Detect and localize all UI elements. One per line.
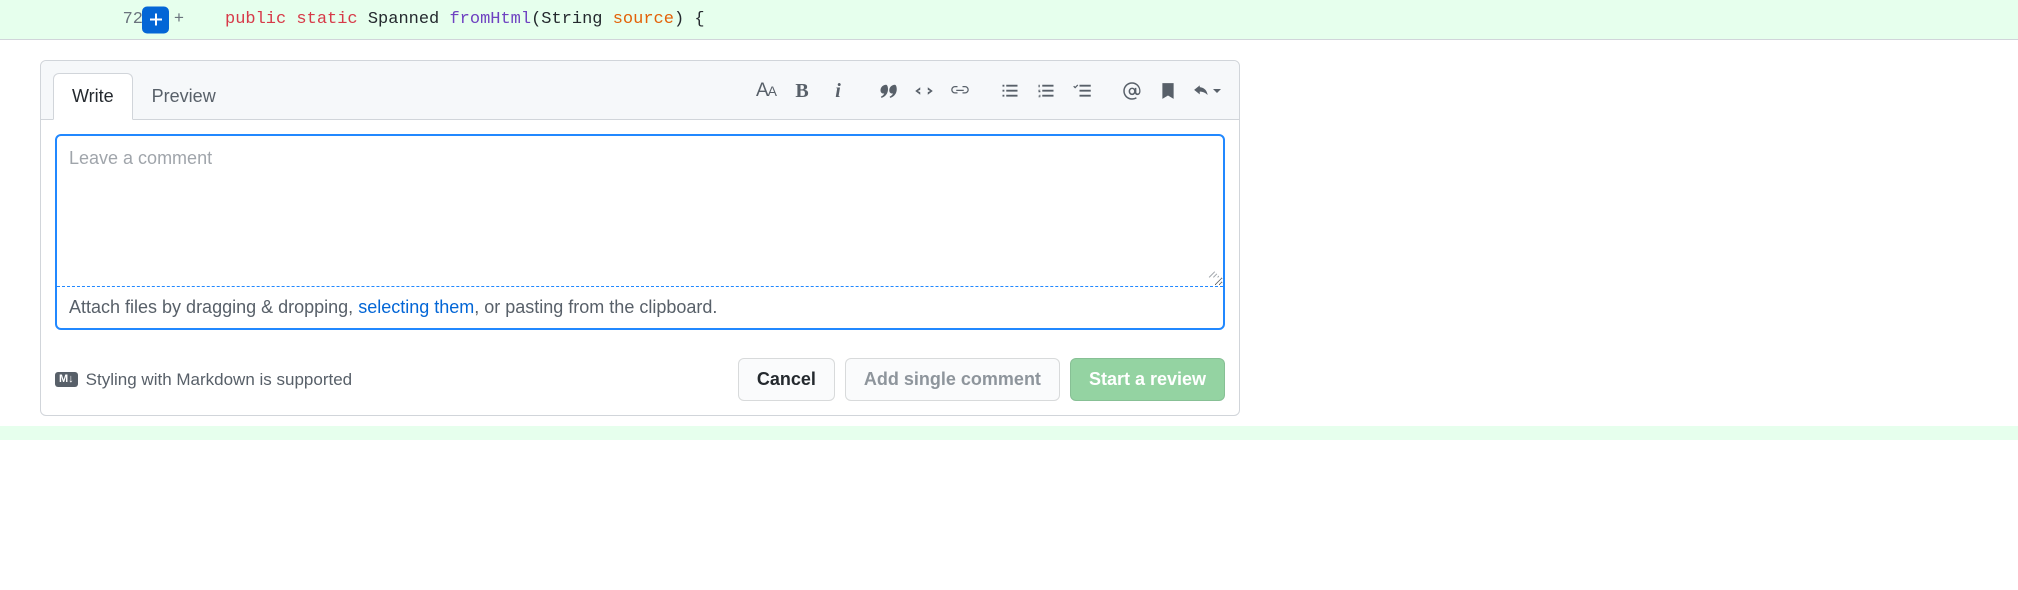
diff-line-added: 72 + public static Spanned fromHtml(Stri…: [0, 0, 2018, 40]
comment-textarea[interactable]: [57, 136, 1223, 286]
link-button[interactable]: [949, 80, 971, 102]
tab-write[interactable]: Write: [53, 73, 133, 120]
add-single-comment-label: Add single comment: [864, 369, 1041, 389]
comment-body: Attach files by dragging & dropping, sel…: [41, 120, 1239, 344]
code-token-function: fromHtml: [449, 10, 531, 29]
unordered-list-button[interactable]: [999, 80, 1021, 102]
task-list-button[interactable]: [1071, 80, 1093, 102]
code-token-punct: ): [674, 10, 684, 29]
comment-textarea-wrap: Attach files by dragging & dropping, sel…: [55, 134, 1225, 330]
start-review-button[interactable]: Start a review: [1070, 358, 1225, 401]
code-token-keyword: public: [225, 10, 286, 29]
plus-icon: [148, 12, 164, 28]
attach-hint-after: , or pasting from the clipboard.: [474, 297, 717, 317]
comment-tabnav: Write Preview AA B i: [41, 61, 1239, 120]
code-token-punct: (: [531, 10, 541, 29]
diff-stripe: [0, 426, 2018, 440]
markdown-hint-text: Styling with Markdown is supported: [86, 370, 352, 390]
cancel-button-label: Cancel: [757, 369, 816, 389]
quote-icon: [878, 81, 898, 101]
code-token-punct: {: [684, 10, 704, 29]
attach-select-link[interactable]: selecting them: [358, 297, 474, 317]
mention-icon: [1122, 81, 1142, 101]
heading-button[interactable]: AA: [755, 80, 777, 102]
start-review-label: Start a review: [1089, 369, 1206, 389]
comment-form: Write Preview AA B i: [40, 60, 1240, 416]
reply-button[interactable]: [1193, 80, 1221, 102]
markdown-toolbar: AA B i: [755, 80, 1227, 112]
toolbar-group-misc: [1121, 80, 1221, 102]
add-line-comment-button[interactable]: [142, 6, 169, 33]
toolbar-group-text: AA B i: [755, 80, 849, 102]
attach-hint-before: Attach files by dragging & dropping,: [69, 297, 358, 317]
resize-handle-icon[interactable]: [1207, 271, 1219, 283]
quote-button[interactable]: [877, 80, 899, 102]
tab-preview-label: Preview: [152, 86, 216, 106]
ordered-list-button[interactable]: [1035, 80, 1057, 102]
add-single-comment-button[interactable]: Add single comment: [845, 358, 1060, 401]
task-list-icon: [1072, 81, 1092, 101]
bookmark-icon: [1159, 82, 1177, 100]
tab-preview[interactable]: Preview: [133, 73, 235, 120]
markdown-icon: M↓: [55, 372, 78, 387]
code-button[interactable]: [913, 80, 935, 102]
link-icon: [950, 81, 970, 101]
code-token-param: source: [613, 10, 674, 29]
comment-form-container: Write Preview AA B i: [0, 40, 2018, 426]
toolbar-group-insert: [877, 80, 971, 102]
toolbar-group-lists: [999, 80, 1093, 102]
attach-files-hint[interactable]: Attach files by dragging & dropping, sel…: [57, 286, 1223, 328]
cancel-button[interactable]: Cancel: [738, 358, 835, 401]
tab-write-label: Write: [72, 86, 114, 106]
list-unordered-icon: [1000, 81, 1020, 101]
line-number: 72: [123, 10, 143, 29]
reply-icon: [1193, 82, 1211, 100]
caret-down-icon: [1213, 87, 1221, 95]
bold-button[interactable]: B: [791, 80, 813, 102]
code-token-type: String: [541, 10, 602, 29]
line-number-cell: 72: [0, 10, 155, 29]
code-token-keyword: static: [296, 10, 357, 29]
code-icon: [914, 81, 934, 101]
mention-button[interactable]: [1121, 80, 1143, 102]
code-content: public static Spanned fromHtml(String so…: [185, 10, 705, 29]
comment-actions: M↓ Styling with Markdown is supported Ca…: [41, 344, 1239, 415]
comment-tabs: Write Preview: [53, 73, 235, 119]
italic-button[interactable]: i: [827, 80, 849, 102]
code-token-type: Spanned: [368, 10, 439, 29]
list-ordered-icon: [1036, 81, 1056, 101]
markdown-help-link[interactable]: M↓ Styling with Markdown is supported: [55, 370, 352, 390]
saved-reply-button[interactable]: [1157, 80, 1179, 102]
